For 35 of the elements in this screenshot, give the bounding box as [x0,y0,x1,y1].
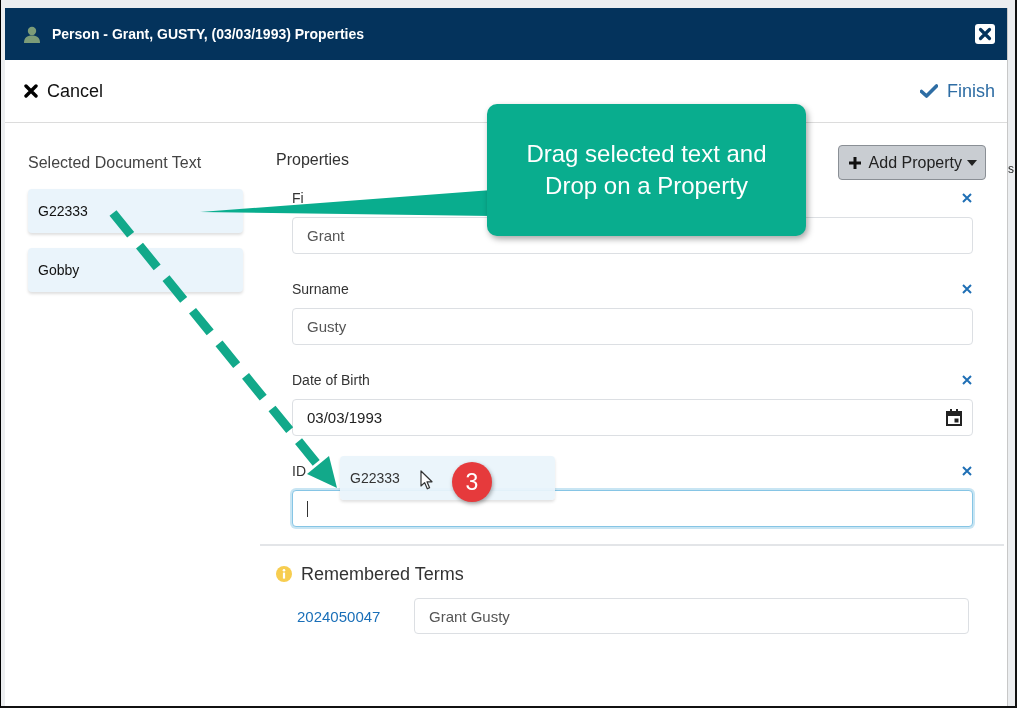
text-field[interactable] [292,490,973,527]
checkmark-icon [920,84,938,98]
add-property-button[interactable]: Add Property [837,145,986,180]
section-heading: Remembered Terms [301,563,464,585]
text-cursor-icon [307,500,308,517]
plus-icon [847,155,862,170]
mouse-pointer-icon [420,470,433,490]
remove-icon[interactable] [962,193,972,203]
remove-icon[interactable] [962,284,972,294]
person-icon [24,25,40,43]
caret-icon [967,159,977,166]
cancel-button[interactable]: Cancel [24,80,104,102]
remove-icon[interactable] [962,466,972,476]
calendar-icon[interactable] [946,409,962,426]
term-link[interactable]: 2024050047 [297,607,414,625]
document-text-card[interactable]: G22333 [28,189,243,233]
section-heading: Properties [276,151,349,169]
finish-button[interactable]: Finish [920,80,995,102]
close-icon [24,84,38,98]
info-icon [276,566,292,582]
field-label: Surname [292,281,349,297]
field-label: Fi [292,190,304,206]
text-field[interactable]: Gusty [292,308,973,345]
document-text-card[interactable]: Gobby [28,248,243,292]
close-button[interactable] [975,24,995,44]
section-heading: Selected Document Text [28,153,203,173]
close-icon [975,24,995,44]
window-title: Person - Grant, GUSTY, (03/03/1993) Properties [52,26,364,42]
background-text: s [1008,162,1014,177]
field-label: ID [292,463,306,479]
text-field[interactable]: Grant Gusty [414,598,969,634]
callout: Drag selected text and Drop on a Property [487,104,806,236]
remove-icon[interactable] [962,375,972,385]
date-field[interactable]: 03/03/1993 [292,399,973,436]
field-label: Date of Birth [292,372,370,388]
